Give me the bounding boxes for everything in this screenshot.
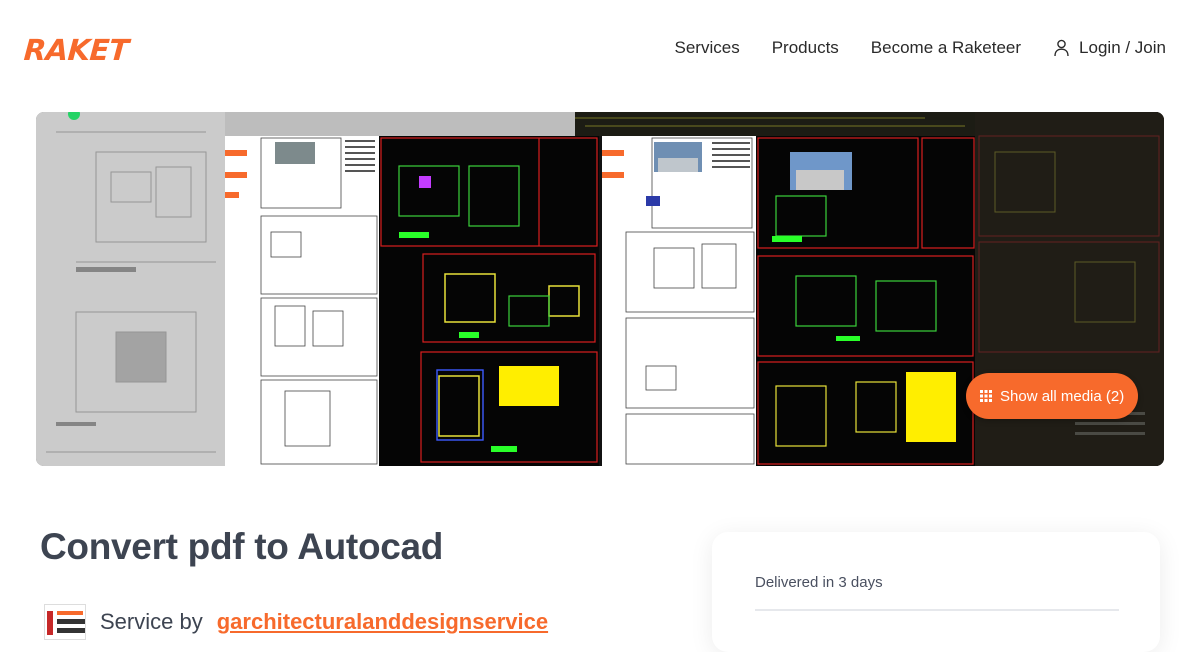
gallery-sheet-white-1[interactable] [225, 136, 379, 466]
site-header: RAKET Services Products Become a Raketee… [0, 0, 1200, 98]
card-divider [755, 609, 1119, 611]
seller-name-link[interactable]: garchitecturalanddesignservice [217, 609, 548, 635]
nav-products[interactable]: Products [772, 38, 839, 58]
user-icon [1054, 39, 1069, 57]
show-all-media-label: Show all media (2) [1000, 387, 1125, 405]
gallery-sheet-white-2[interactable] [602, 136, 756, 466]
gallery-sheet-cad-2[interactable] [756, 136, 975, 466]
raket-logo[interactable]: RAKET [23, 33, 130, 67]
main-nav: Services Products Become a Raketeer Logi… [675, 38, 1166, 58]
login-join-link[interactable]: Login / Join [1053, 38, 1166, 58]
delivery-time: Delivered in 3 days [755, 574, 883, 591]
nav-services[interactable]: Services [675, 38, 740, 58]
seller-line: Service by garchitecturalanddesignservic… [44, 604, 548, 640]
service-by-label: Service by [100, 609, 203, 634]
gallery-image-left-faded[interactable] [36, 112, 225, 466]
media-gallery[interactable]: Show all media (2) [36, 112, 1164, 466]
gallery-top-strip [225, 112, 975, 136]
seller-avatar[interactable] [44, 604, 86, 640]
show-all-media-button[interactable]: Show all media (2) [966, 373, 1139, 419]
login-label: Login / Join [1079, 38, 1166, 57]
nav-become-raketeer[interactable]: Become a Raketeer [871, 38, 1021, 58]
service-title: Convert pdf to Autocad [40, 526, 444, 567]
order-card: Delivered in 3 days [712, 532, 1160, 652]
gallery-sheet-cad-1[interactable] [379, 136, 599, 466]
grid-icon [980, 390, 992, 402]
